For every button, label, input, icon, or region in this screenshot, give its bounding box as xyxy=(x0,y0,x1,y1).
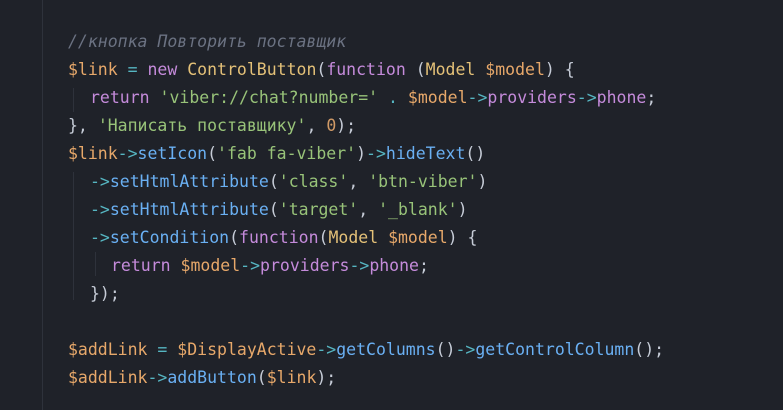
code-token: -> xyxy=(366,144,386,163)
code-line-5: $link->setIcon('fab fa-viber')->hideText… xyxy=(68,141,485,167)
code-token: providers xyxy=(260,256,350,275)
code-token: ) xyxy=(356,144,367,163)
code-token: (); xyxy=(634,340,665,359)
code-token: ( xyxy=(229,228,240,247)
code-token: ( xyxy=(207,144,218,163)
code-token: function xyxy=(239,228,319,247)
code-token: return xyxy=(111,256,181,275)
code-token: , xyxy=(306,116,327,135)
code-token: //кнопка Повторить поставщик xyxy=(68,32,347,51)
code-token: () xyxy=(465,144,486,163)
code-token: () xyxy=(435,340,456,359)
code-token: -> xyxy=(576,88,597,107)
code-line-12: $addLink = $DisplayActive->getColumns()-… xyxy=(68,337,664,363)
code-token: $model xyxy=(407,88,468,107)
code-token: -> xyxy=(349,256,370,275)
code-line-13: $addLink->addButton($link); xyxy=(68,365,336,391)
indent-guide xyxy=(42,0,43,410)
code-token: Model xyxy=(328,228,379,247)
code-token: -> xyxy=(467,88,488,107)
code-token: phone xyxy=(596,88,647,107)
code-token: hideText xyxy=(385,144,466,163)
code-token: ) { xyxy=(447,228,478,247)
code-token: ( xyxy=(316,60,327,79)
code-token: -> xyxy=(455,340,476,359)
indent-guide xyxy=(95,252,96,276)
indent-guide xyxy=(73,172,74,300)
code-token: -> xyxy=(240,256,261,275)
code-token: $DisplayActive xyxy=(177,340,317,359)
code-token: ( xyxy=(268,200,279,219)
indent-guide xyxy=(73,88,74,112)
code-token: 'btn-viber' xyxy=(368,172,478,191)
code-token: -> xyxy=(117,144,138,163)
code-token: 'viber://chat?number=' xyxy=(159,88,379,107)
code-token: 'Написать поставщику' xyxy=(97,116,307,135)
code-token: }); xyxy=(90,284,120,303)
code-token: 'fab fa-viber' xyxy=(217,144,357,163)
code-token: return xyxy=(90,88,160,107)
code-token: ) xyxy=(477,172,488,191)
code-line-9: return $model->providers->phone; xyxy=(111,253,429,279)
code-token: getControlColumn xyxy=(475,340,635,359)
code-token: setHtmlAttribute xyxy=(109,200,269,219)
code-token: '_blank' xyxy=(378,200,458,219)
code-token: -> xyxy=(90,200,110,219)
code-token: = xyxy=(117,60,148,79)
code-line-1: //кнопка Повторить поставщик xyxy=(68,29,346,55)
code-token: $model xyxy=(388,228,448,247)
code-token: -> xyxy=(316,340,337,359)
code-token: }, xyxy=(68,116,98,135)
code-token: ); xyxy=(336,116,357,135)
code-line-3: return 'viber://chat?number=' . $model->… xyxy=(90,85,656,111)
code-token: 'class' xyxy=(278,172,349,191)
code-token: $addLink xyxy=(68,340,148,359)
code-token: 'target' xyxy=(278,200,359,219)
code-token: $model xyxy=(180,256,241,275)
code-token: ) { xyxy=(544,60,575,79)
code-line-8: ->setCondition(function(Model $model) { xyxy=(90,225,477,251)
code-token: phone xyxy=(369,256,419,275)
code-token: ( xyxy=(256,368,267,387)
code-token: addButton xyxy=(167,368,257,387)
code-token: . xyxy=(378,88,408,107)
code-token: -> xyxy=(90,172,110,191)
code-line-4: }, 'Написать поставщику', 0); xyxy=(68,113,356,139)
code-token: ( xyxy=(268,172,279,191)
code-line-10: }); xyxy=(90,281,120,307)
code-line-2: $link = new ControlButton(function (Mode… xyxy=(68,57,575,83)
code-token: -> xyxy=(147,368,168,387)
code-token: setHtmlAttribute xyxy=(109,172,269,191)
code-token: setCondition xyxy=(109,228,230,247)
code-token: ( xyxy=(405,60,426,79)
code-token: $addLink xyxy=(68,368,148,387)
code-token: 0 xyxy=(326,116,337,135)
code-token: , xyxy=(358,200,379,219)
code-token: $link xyxy=(68,144,118,163)
code-token: -> xyxy=(90,228,110,247)
code-token: function xyxy=(326,60,406,79)
code-token: ; xyxy=(418,256,429,275)
code-token: Model xyxy=(425,60,476,79)
code-token: ControlButton xyxy=(187,60,317,79)
code-token: ) xyxy=(457,200,468,219)
code-token: , xyxy=(348,172,369,191)
code-token: = xyxy=(147,340,178,359)
code-token: ( xyxy=(318,228,329,247)
code-token: $link xyxy=(266,368,317,387)
code-token: $link xyxy=(68,60,118,79)
code-token: ; xyxy=(646,88,657,107)
code-token: getColumns xyxy=(336,340,436,359)
code-token: ); xyxy=(316,368,337,387)
code-token: setIcon xyxy=(137,144,208,163)
code-line-6: ->setHtmlAttribute('class', 'btn-viber') xyxy=(90,169,487,195)
code-token: new xyxy=(147,60,188,79)
code-editor[interactable]: //кнопка Повторить поставщик $link = new… xyxy=(0,0,783,410)
code-line-7: ->setHtmlAttribute('target', '_blank') xyxy=(90,197,468,223)
code-token: providers xyxy=(487,88,577,107)
code-token: $model xyxy=(485,60,545,79)
